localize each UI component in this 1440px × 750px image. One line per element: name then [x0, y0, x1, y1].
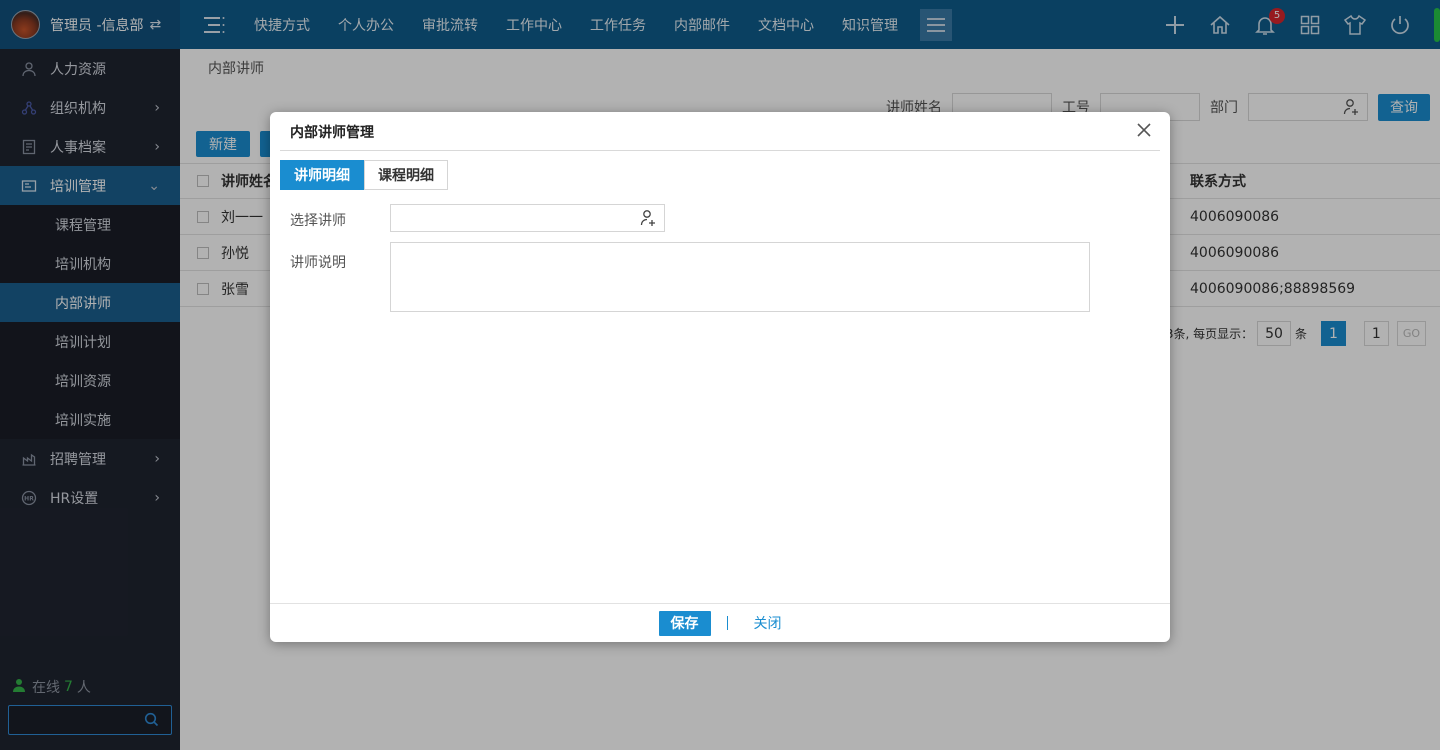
- teacher-modal: 内部讲师管理 讲师明细 课程明细 选择讲师 讲师说明 保存 关闭: [270, 112, 1170, 642]
- modal-footer: 保存 关闭: [270, 603, 1170, 642]
- add-person-icon[interactable]: [640, 209, 658, 231]
- modal-divider: [280, 150, 1160, 151]
- teacher-desc-row: 讲师说明: [290, 242, 1090, 312]
- close-icon[interactable]: [1136, 122, 1152, 140]
- modal-tabs: 讲师明细 课程明细: [280, 160, 448, 190]
- select-teacher-row: 选择讲师: [290, 204, 665, 232]
- close-link[interactable]: 关闭: [754, 613, 782, 633]
- save-button[interactable]: 保存: [658, 610, 711, 636]
- teacher-desc-label: 讲师说明: [290, 255, 346, 271]
- teacher-desc-textarea[interactable]: [390, 242, 1090, 312]
- select-teacher-field[interactable]: [390, 204, 665, 232]
- tab-course-detail[interactable]: 课程明细: [364, 160, 448, 190]
- footer-divider: [726, 616, 728, 630]
- tab-teacher-detail[interactable]: 讲师明细: [280, 160, 364, 190]
- select-teacher-label: 选择讲师: [290, 213, 346, 229]
- modal-title: 内部讲师管理: [290, 125, 374, 141]
